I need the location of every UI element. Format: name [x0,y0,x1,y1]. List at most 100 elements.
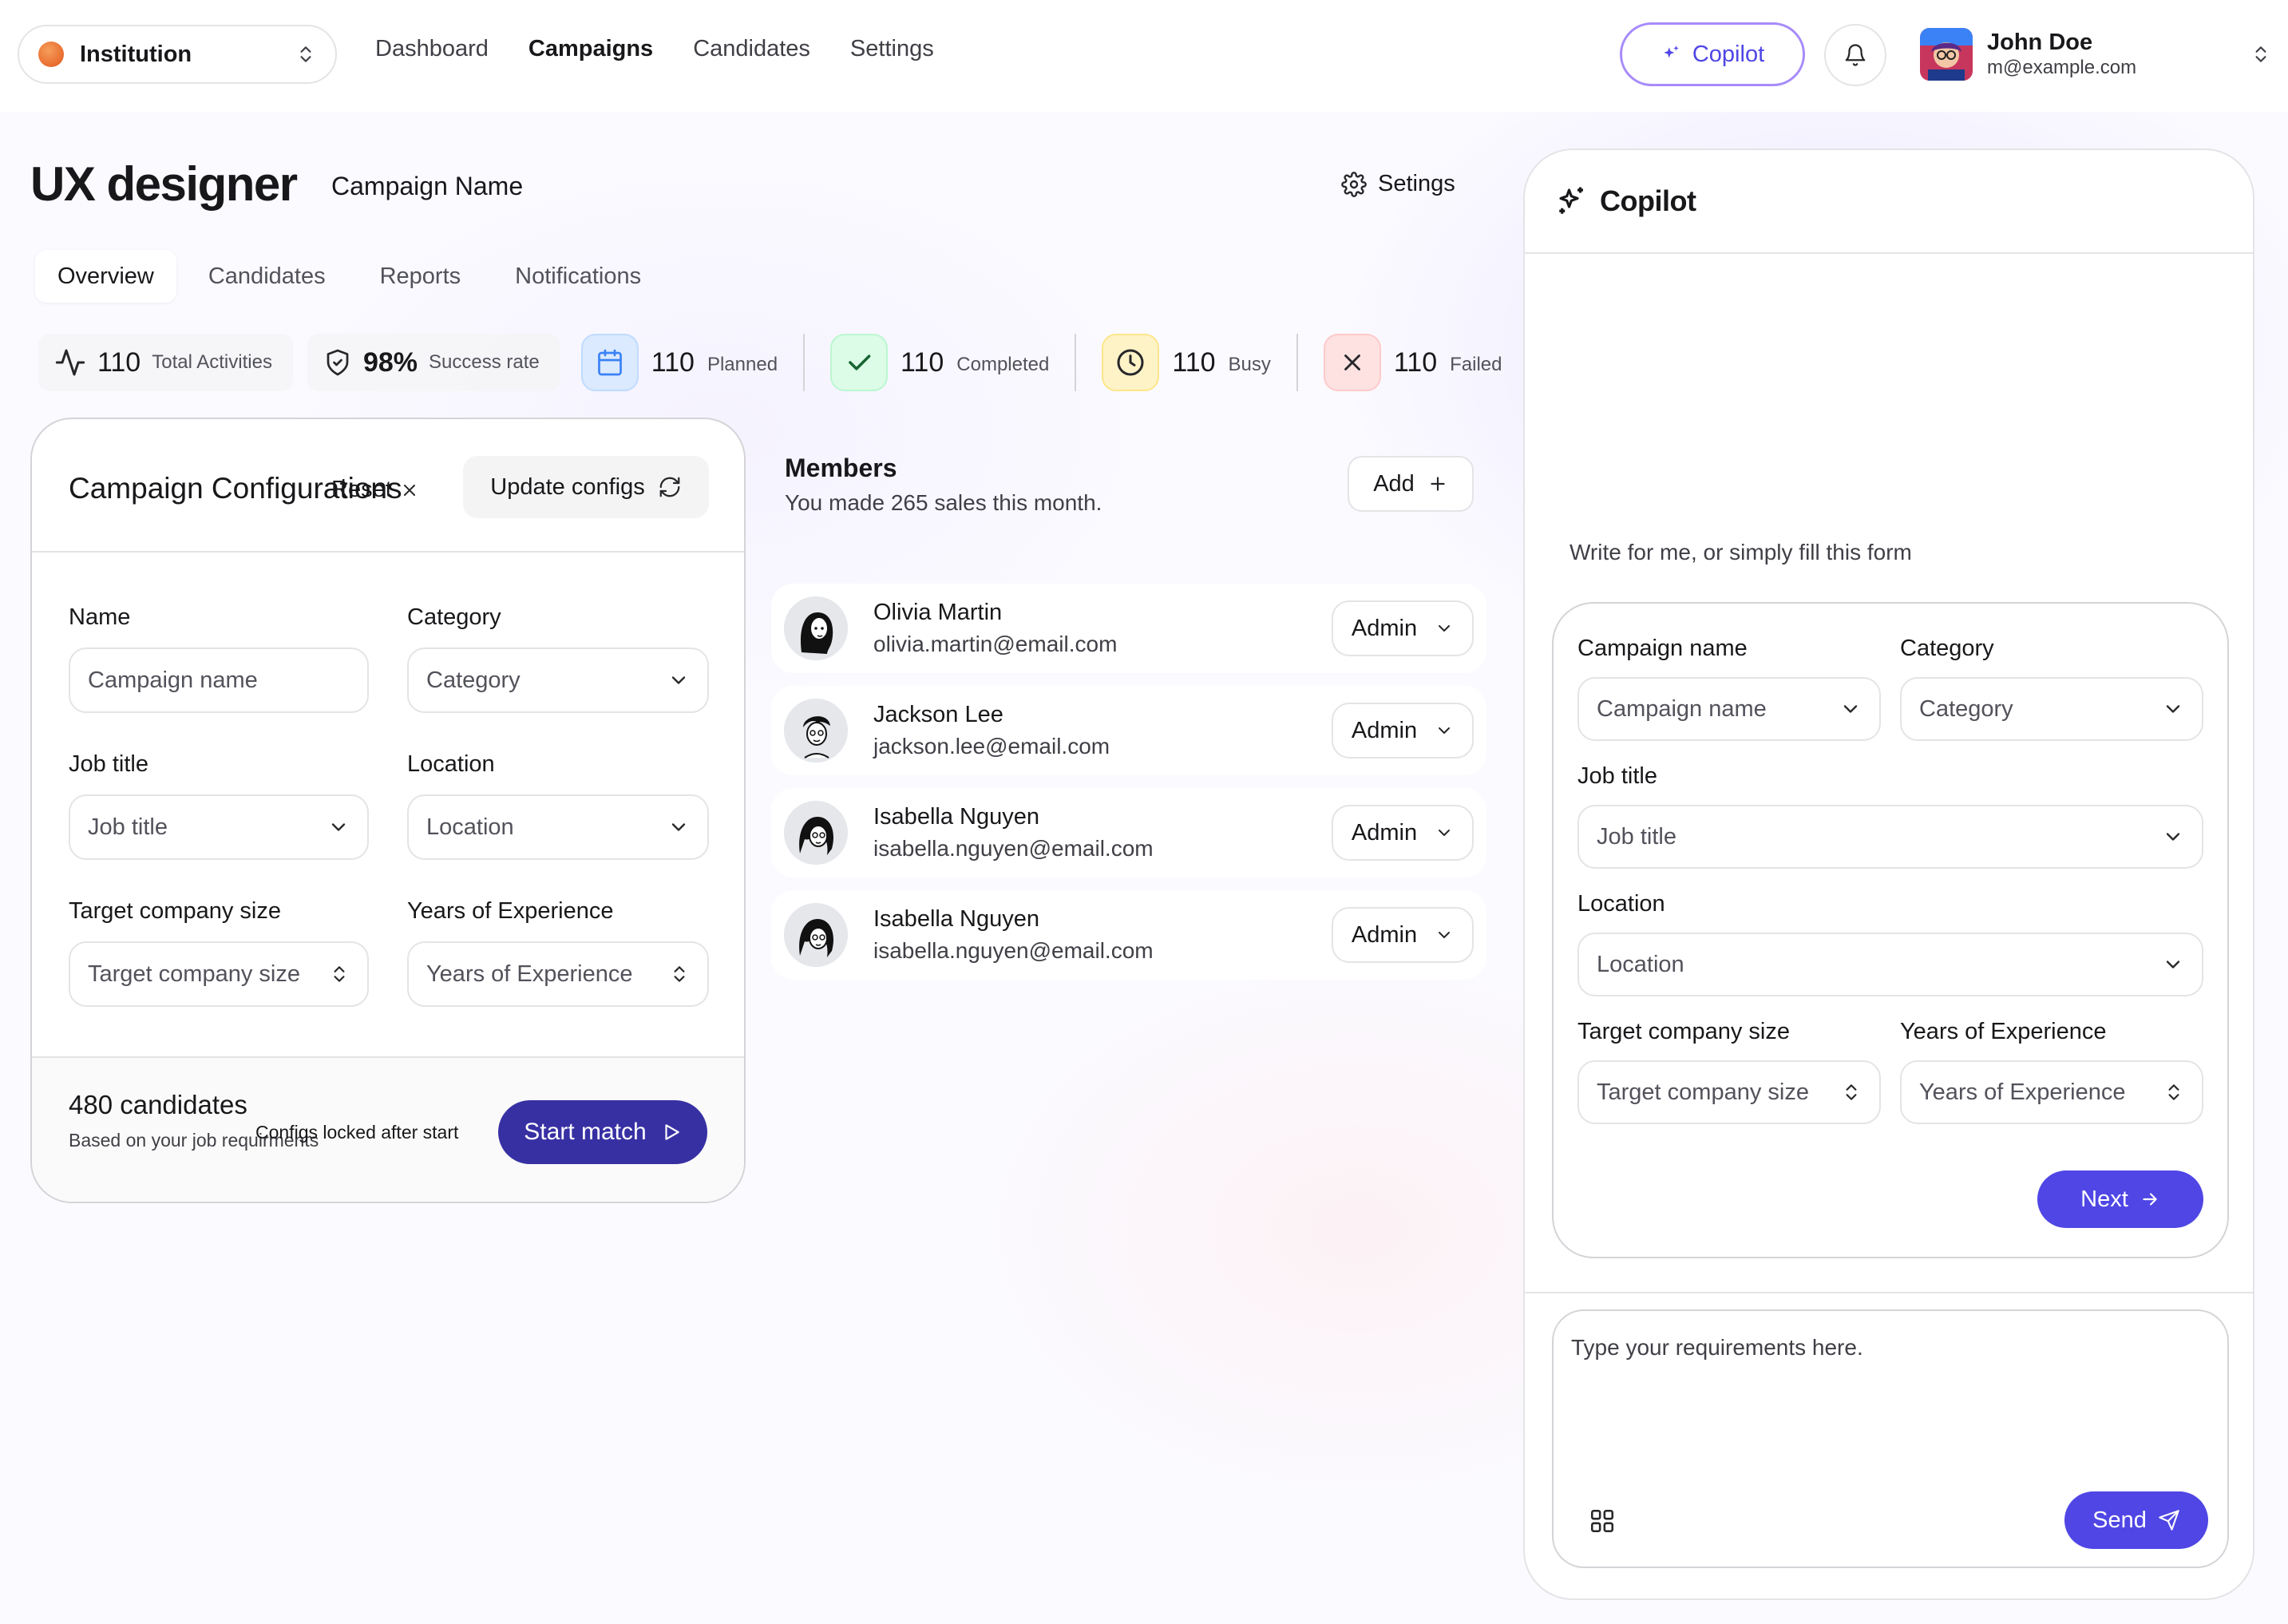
name-input[interactable]: Campaign name [69,648,369,713]
copilot-button-label: Copilot [1692,41,1765,67]
job-title-select[interactable]: Job title [69,794,369,860]
experience-select[interactable]: Years of Experience [407,941,709,1007]
chevron-down-icon [1439,727,1451,734]
campaign-name-select[interactable]: Campaign name [1577,677,1881,741]
start-match-label: Start match [524,1119,647,1145]
campaign-name-placeholder: Campaign name [1597,695,1767,722]
institution-switcher[interactable]: Institution [18,25,337,84]
send-label: Send [2092,1507,2147,1533]
stat-total-activities: 110 Total Activities [38,334,293,391]
name-label: Name [69,604,131,630]
user-name: John Doe [1987,30,2093,55]
member-avatar [784,903,848,967]
job-title-label: Job title [1577,763,1657,789]
member-row: Isabella Nguyen isabella.nguyen@email.co… [771,890,1486,980]
location-select[interactable]: Location [407,794,709,860]
category-select[interactable]: Category [407,648,709,713]
member-role-select[interactable]: Admin [1332,907,1474,963]
experience-placeholder: Years of Experience [426,961,633,987]
message-placeholder: Type your requirements here. [1571,1335,1863,1360]
stats-bar: 110 Total Activities 98% Success rate 11… [38,331,1528,394]
stat-busy: 110 Busy [1076,334,1296,391]
bell-icon [1845,44,1866,66]
main-nav: Dashboard Campaigns Candidates Settings [375,36,934,62]
nav-settings[interactable]: Settings [850,36,934,62]
top-navbar: Institution Dashboard Campaigns Candidat… [0,0,2288,112]
chevron-up-down-icon [674,966,685,982]
member-name: Jackson Lee [873,702,1003,727]
stat-value: 110 [1393,347,1438,378]
members-subtitle: You made 265 sales this month. [785,490,1102,515]
member-avatar [784,699,848,762]
chevron-down-icon [331,823,346,831]
company-size-select[interactable]: Target company size [1577,1060,1881,1124]
company-size-label: Target company size [1577,1019,1790,1044]
chevron-down-icon [1439,625,1451,632]
activity-icon [55,349,85,376]
copilot-prompt: Write for me, or simply fill this form [1570,540,1912,564]
update-configs-button[interactable]: Update configs [463,456,709,518]
user-menu[interactable]: John Doe m@example.com [1920,24,2271,85]
job-title-select[interactable]: Job title [1577,805,2203,869]
member-name: Isabella Nguyen [873,804,1039,830]
member-email: isabella.nguyen@email.com [873,836,1154,861]
reset-button[interactable]: Reset [331,477,419,503]
shield-check-icon [327,349,349,376]
chevron-down-icon [671,676,686,684]
experience-placeholder: Years of Experience [1919,1079,2126,1105]
experience-label: Years of Experience [407,898,614,924]
nav-campaigns[interactable]: Campaigns [528,36,653,62]
location-select[interactable]: Location [1577,933,2203,996]
stat-value: 110 [97,347,141,378]
copilot-button[interactable]: Copilot [1620,22,1805,86]
copilot-title: Copilot [1600,184,1696,217]
location-placeholder: Location [1597,951,1684,977]
member-role-select[interactable]: Admin [1332,703,1474,759]
add-member-button[interactable]: Add [1348,456,1474,512]
play-icon [665,1124,679,1140]
member-email: jackson.lee@email.com [873,734,1110,759]
member-row: Isabella Nguyen isabella.nguyen@email.co… [771,788,1486,877]
campaign-config-card: Campaign Configurations Reset Update con… [30,418,746,1203]
category-placeholder: Category [1919,695,2013,722]
member-role: Admin [1351,819,1418,846]
plus-icon [1431,477,1445,491]
campaign-settings-button[interactable]: Setings [1341,171,1455,197]
notifications-button[interactable] [1824,24,1886,86]
nav-dashboard[interactable]: Dashboard [375,36,489,62]
send-button[interactable]: Send [2064,1491,2208,1549]
job-title-placeholder: Job title [1597,823,1676,850]
grid-icon[interactable] [1589,1507,1616,1535]
next-button[interactable]: Next [2037,1170,2203,1228]
gear-icon [1341,171,1367,197]
tab-notifications[interactable]: Notifications [493,250,663,303]
copilot-message-input[interactable]: Type your requirements here. Send [1552,1309,2229,1568]
experience-select[interactable]: Years of Experience [1900,1060,2203,1124]
tab-candidates[interactable]: Candidates [186,250,348,303]
stat-label: Success rate [429,351,540,373]
company-size-placeholder: Target company size [1597,1079,1809,1105]
member-name: Olivia Martin [873,600,1003,625]
members-title: Members [785,454,897,482]
candidate-count: 480 candidates [69,1090,247,1119]
send-icon [2159,1510,2179,1531]
chevron-down-icon [1439,830,1451,836]
category-select[interactable]: Category [1900,677,2203,741]
sparkles-icon [1664,46,1679,58]
member-avatar [784,801,848,865]
nav-candidates[interactable]: Candidates [693,36,810,62]
member-avatar [784,596,848,660]
stat-value: 110 [651,347,695,378]
user-avatar [1920,28,1973,81]
stat-label: Planned [707,354,778,375]
page-title: UX designer [30,157,298,211]
tab-overview[interactable]: Overview [35,250,176,303]
tab-reports[interactable]: Reports [358,250,484,303]
experience-label: Years of Experience [1900,1019,2107,1044]
company-size-placeholder: Target company size [88,961,300,987]
member-role-select[interactable]: Admin [1332,600,1474,656]
start-match-button[interactable]: Start match [498,1100,707,1164]
add-member-label: Add [1373,470,1415,497]
company-size-select[interactable]: Target company size [69,941,369,1007]
member-role-select[interactable]: Admin [1332,805,1474,861]
